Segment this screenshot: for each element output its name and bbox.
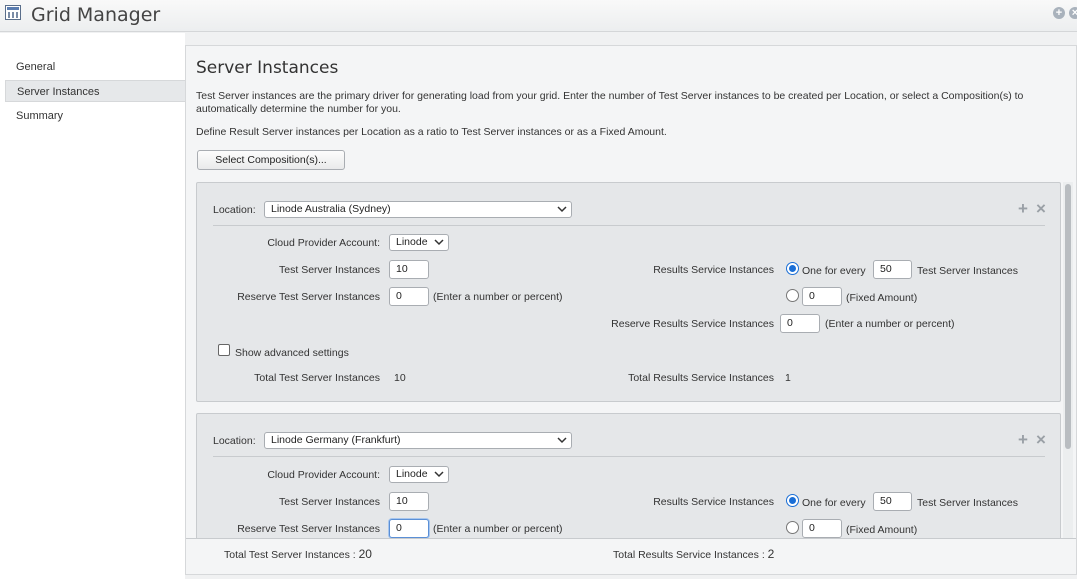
test-servers-input[interactable]: 10 bbox=[389, 260, 429, 279]
ratio-input[interactable]: 50 bbox=[873, 260, 912, 279]
show-advanced-label: Show advanced settings bbox=[235, 347, 349, 359]
nav-item-general[interactable]: General bbox=[5, 56, 185, 78]
footer-total-test: Total Test Server Instances : 20 bbox=[224, 547, 372, 561]
footer-total-test-value: 20 bbox=[358, 547, 372, 561]
content-panel: Server Instances Test Server instances a… bbox=[185, 45, 1077, 575]
location-select-value: Linode Germany (Frankfurt) bbox=[271, 434, 401, 446]
results-service-label: Results Service Instances bbox=[653, 264, 774, 276]
cloud-account-label: Cloud Provider Account: bbox=[267, 469, 380, 481]
footer-total-test-label: Total Test Server Instances : bbox=[224, 549, 356, 561]
app-title: Grid Manager bbox=[31, 4, 161, 26]
footer-totals: Total Test Server Instances : 20 Total R… bbox=[186, 538, 1076, 574]
test-servers-input[interactable]: 10 bbox=[389, 492, 429, 511]
one-for-every-label: One for every bbox=[802, 497, 866, 509]
show-advanced-checkbox[interactable] bbox=[218, 344, 230, 356]
nav-item-summary[interactable]: Summary bbox=[5, 105, 185, 127]
fixed-amount-label: (Fixed Amount) bbox=[846, 292, 918, 304]
location-select-value: Linode Australia (Sydney) bbox=[271, 203, 391, 215]
ratio-unit-label: Test Server Instances bbox=[917, 265, 1018, 277]
close-icon[interactable]: × bbox=[1036, 431, 1046, 448]
plus-icon[interactable]: + bbox=[1018, 431, 1028, 448]
divider bbox=[213, 456, 1045, 457]
chevron-down-icon bbox=[434, 471, 444, 478]
reserve-results-input[interactable]: 0 bbox=[780, 314, 820, 333]
page-title: Server Instances bbox=[196, 58, 339, 78]
left-nav: General Server Instances Summary bbox=[0, 33, 185, 579]
cloud-account-select[interactable]: Linode bbox=[389, 466, 449, 483]
location-select[interactable]: Linode Germany (Frankfurt) bbox=[264, 432, 572, 449]
test-servers-label: Test Server Instances bbox=[279, 264, 380, 276]
divider bbox=[213, 225, 1045, 226]
ratio-radio[interactable] bbox=[786, 494, 799, 507]
results-service-label: Results Service Instances bbox=[653, 496, 774, 508]
fixed-input[interactable]: 0 bbox=[802, 519, 842, 538]
location-panel: Location: Linode Germany (Frankfurt) + ×… bbox=[196, 413, 1061, 538]
ratio-input[interactable]: 50 bbox=[873, 492, 912, 511]
title-bar: Grid Manager + × bbox=[0, 0, 1077, 32]
footer-total-results-value: 2 bbox=[767, 547, 775, 561]
close-icon[interactable]: × bbox=[1036, 200, 1046, 217]
nav-item-server-instances[interactable]: Server Instances bbox=[5, 80, 185, 102]
cloud-account-select[interactable]: Linode bbox=[389, 234, 449, 251]
fixed-input[interactable]: 0 bbox=[802, 287, 842, 306]
cloud-account-value: Linode bbox=[396, 468, 428, 480]
chevron-down-icon bbox=[557, 437, 567, 444]
total-test-label: Total Test Server Instances bbox=[254, 372, 380, 384]
cloud-account-value: Linode bbox=[396, 236, 428, 248]
grid-manager-icon bbox=[5, 5, 21, 20]
add-window-icon[interactable]: + bbox=[1053, 7, 1065, 19]
reserve-test-hint: (Enter a number or percent) bbox=[433, 291, 563, 303]
reserve-results-hint: (Enter a number or percent) bbox=[825, 318, 955, 330]
test-servers-label: Test Server Instances bbox=[279, 496, 380, 508]
reserve-results-label: Reserve Results Service Instances bbox=[611, 318, 774, 330]
footer-total-results: Total Results Service Instances : 2 bbox=[613, 547, 774, 561]
location-label: Location: bbox=[213, 435, 256, 447]
chevron-down-icon bbox=[434, 239, 444, 246]
close-window-icon[interactable]: × bbox=[1069, 7, 1077, 19]
reserve-test-hint: (Enter a number or percent) bbox=[433, 523, 563, 535]
total-results-label: Total Results Service Instances bbox=[628, 372, 774, 384]
location-select[interactable]: Linode Australia (Sydney) bbox=[264, 201, 572, 218]
ratio-unit-label: Test Server Instances bbox=[917, 497, 1018, 509]
one-for-every-label: One for every bbox=[802, 265, 866, 277]
location-panel: Location: Linode Australia (Sydney) + × … bbox=[196, 182, 1061, 402]
select-composition-button[interactable]: Select Composition(s)... bbox=[197, 150, 345, 170]
scrollbar[interactable] bbox=[1063, 182, 1073, 538]
reserve-test-input[interactable]: 0 bbox=[389, 287, 429, 306]
reserve-test-label: Reserve Test Server Instances bbox=[237, 523, 380, 535]
fixed-amount-label: (Fixed Amount) bbox=[846, 524, 918, 536]
reserve-test-label: Reserve Test Server Instances bbox=[237, 291, 380, 303]
locations-scroll-area: Location: Linode Australia (Sydney) + × … bbox=[196, 182, 1074, 538]
fixed-radio[interactable] bbox=[786, 521, 799, 534]
total-test-value: 10 bbox=[394, 372, 406, 384]
location-label: Location: bbox=[213, 204, 256, 216]
description-result-text: Define Result Server instances per Locat… bbox=[196, 126, 667, 138]
ratio-radio[interactable] bbox=[786, 262, 799, 275]
total-results-value: 1 bbox=[785, 372, 791, 384]
reserve-test-input[interactable]: 0 bbox=[389, 519, 429, 538]
description-text: Test Server instances are the primary dr… bbox=[196, 90, 1024, 115]
cloud-account-label: Cloud Provider Account: bbox=[267, 237, 380, 249]
plus-icon[interactable]: + bbox=[1018, 200, 1028, 217]
fixed-radio[interactable] bbox=[786, 289, 799, 302]
footer-total-results-label: Total Results Service Instances : bbox=[613, 549, 765, 561]
chevron-down-icon bbox=[557, 206, 567, 213]
scrollbar-thumb[interactable] bbox=[1065, 184, 1071, 449]
